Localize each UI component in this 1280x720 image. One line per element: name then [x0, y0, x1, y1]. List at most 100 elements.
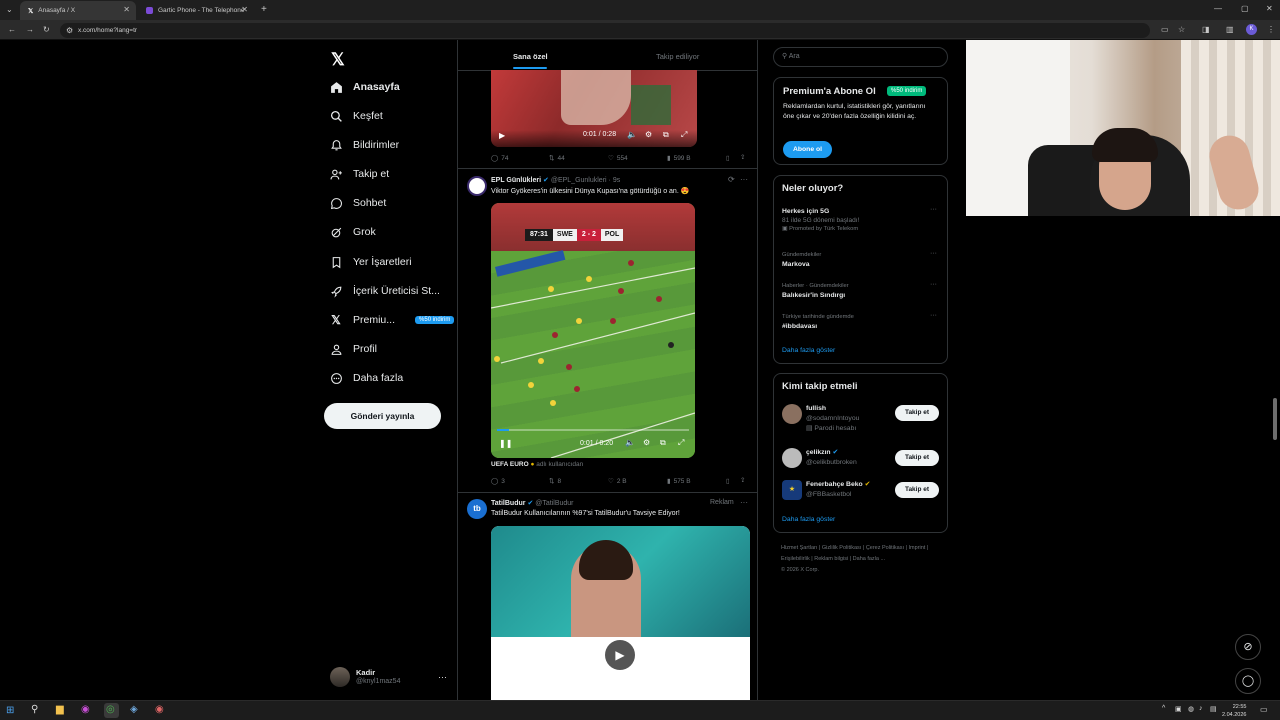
notification-icon[interactable]: ▭: [1260, 705, 1268, 714]
avatar[interactable]: ★: [782, 480, 802, 500]
pip-icon[interactable]: ⧉: [660, 438, 666, 448]
footer-link[interactable]: Hizmet Şartları: [781, 545, 817, 551]
show-more-link[interactable]: Daha fazla göster: [782, 347, 835, 354]
settings-icon[interactable]: ⚙: [645, 130, 652, 139]
footer-link[interactable]: Erişilebilirlik: [781, 556, 810, 562]
post-video[interactable]: 87:31 SWE 2 - 2 POL ❚❚ 0:01 / 0:20 🔈 ⚙ ⧉…: [491, 203, 695, 458]
more-icon[interactable]: ···: [740, 498, 748, 507]
avatar[interactable]: [782, 404, 802, 424]
cast-icon[interactable]: ▭: [1161, 25, 1169, 34]
avatar[interactable]: [467, 176, 487, 196]
tray-icon[interactable]: ▤: [1210, 705, 1217, 713]
repost-button[interactable]: ⇅ 8: [549, 477, 561, 486]
share-button[interactable]: ⇪: [740, 476, 745, 484]
views-button[interactable]: ▮ 575 B: [667, 477, 691, 486]
footer-link[interactable]: Çerez Politikası: [866, 545, 904, 551]
clock[interactable]: 22:55 2.04.2026: [1222, 703, 1246, 719]
more-icon[interactable]: ···: [930, 281, 937, 288]
trend-item[interactable]: Türkiye tarihinde gündemde #ibbdavası ··…: [782, 312, 942, 338]
footer-link[interactable]: Daha fazla ...: [853, 556, 885, 562]
site-info-icon[interactable]: ⚙: [66, 23, 73, 38]
suggested-user[interactable]: Fenerbahçe Beko ✔ @FBBasketbol: [806, 480, 870, 500]
sidebar-item-premium[interactable]: 𝕏 Premiu... %50 indirim: [329, 309, 455, 331]
post-video[interactable]: ▶ 0:01 / 0:28 🔈 ⚙ ⧉ ⤢: [491, 70, 697, 147]
trend-item[interactable]: Gündemdekiler Markova ···: [782, 250, 942, 276]
tray-chevron-icon[interactable]: ^: [1162, 705, 1165, 712]
app-icon[interactable]: ◉: [155, 704, 164, 715]
address-bar[interactable]: ⚙ x.com/home?lang=tr: [60, 23, 1150, 38]
close-icon[interactable]: ✕: [123, 5, 130, 14]
messages-button[interactable]: ◯: [1235, 668, 1261, 694]
maximize-icon[interactable]: ▢: [1241, 4, 1249, 13]
volume-icon[interactable]: ♪: [1199, 705, 1203, 712]
more-icon[interactable]: ···: [438, 672, 447, 682]
star-icon[interactable]: ☆: [1178, 25, 1185, 34]
suggested-user[interactable]: fullish @sodamnIntoyou ▤ Parodi hesabı: [806, 404, 859, 434]
settings-icon[interactable]: ⚙: [643, 438, 650, 447]
sidebar-item-home[interactable]: Anasayfa: [329, 76, 400, 98]
start-icon[interactable]: ⊞: [6, 705, 14, 716]
pause-icon[interactable]: ❚❚: [499, 439, 512, 448]
bookmark-button[interactable]: ▯: [726, 154, 730, 162]
extensions-icon[interactable]: ◨: [1202, 25, 1210, 34]
avatar[interactable]: tb: [467, 499, 487, 519]
ad-video[interactable]: ▶: [491, 526, 750, 700]
new-tab-icon[interactable]: +: [261, 4, 267, 15]
follow-button[interactable]: Takip et: [895, 450, 939, 466]
author-name[interactable]: TatilBudur: [491, 500, 525, 507]
more-icon[interactable]: ···: [930, 312, 937, 319]
app-icon[interactable]: ◈: [130, 704, 138, 715]
footer-link[interactable]: Reklam bilgisi: [814, 556, 848, 562]
post-button[interactable]: Gönderi yayınla: [324, 403, 441, 429]
author-name[interactable]: EPL Günlükleri: [491, 177, 541, 184]
sidebar-item-more[interactable]: Daha fazla: [329, 367, 403, 389]
views-button[interactable]: ▮ 599 B: [667, 154, 691, 163]
footer-link[interactable]: Gizlilik Politikası: [822, 545, 861, 551]
sidebar-item-profile[interactable]: Profil: [329, 338, 377, 360]
tab-search-icon[interactable]: ⌄: [6, 5, 13, 14]
x-logo-icon[interactable]: 𝕏: [331, 50, 345, 70]
menu-icon[interactable]: ⋮: [1267, 25, 1275, 34]
file-explorer-icon[interactable]: ▆: [56, 704, 64, 715]
close-window-icon[interactable]: ✕: [1266, 4, 1273, 13]
sidebar-item-bookmarks[interactable]: Yer İşaretleri: [329, 251, 412, 273]
tab-following[interactable]: Takip ediliyor: [656, 52, 699, 61]
trend-item[interactable]: Haberler · Gündemdekiler Balıkesir'in Sı…: [782, 281, 942, 307]
sidebar-item-chat[interactable]: Sohbet: [329, 192, 386, 214]
reply-button[interactable]: ◯ 74: [491, 154, 509, 163]
reply-button[interactable]: ◯ 3: [491, 477, 505, 486]
more-icon[interactable]: ···: [740, 175, 748, 184]
grok-button[interactable]: ⊘: [1235, 634, 1261, 660]
grok-icon[interactable]: ⟳: [728, 175, 735, 184]
footer-link[interactable]: Imprint: [909, 545, 926, 551]
forward-icon[interactable]: →: [26, 25, 34, 34]
volume-icon[interactable]: 🔈: [627, 130, 637, 139]
profile-avatar[interactable]: K: [1246, 24, 1257, 35]
author-handle[interactable]: @EPL_Gunlukleri: [551, 177, 607, 184]
suggested-user[interactable]: çelikzın ✔ @celikbutbroken: [806, 448, 857, 468]
minimize-icon[interactable]: —: [1214, 4, 1222, 13]
sidebar-item-grok[interactable]: Grok: [329, 221, 376, 243]
tray-icon[interactable]: ▣: [1175, 705, 1182, 713]
play-icon[interactable]: ▶: [499, 131, 505, 140]
sidebar-item-explore[interactable]: Keşfet: [329, 105, 383, 127]
sidebar-item-notifications[interactable]: Bildirimler: [329, 134, 399, 156]
network-icon[interactable]: ◍: [1188, 705, 1194, 713]
sidebar-item-creator-studio[interactable]: İçerik Üreticisi St...: [329, 280, 440, 302]
avatar[interactable]: [782, 448, 802, 468]
sidebar-item-follow[interactable]: Takip et: [329, 163, 389, 185]
play-icon[interactable]: ▶: [605, 640, 635, 670]
back-icon[interactable]: ←: [8, 25, 16, 34]
bookmark-button[interactable]: ▯: [726, 477, 730, 485]
volume-icon[interactable]: 🔈: [625, 438, 635, 447]
trend-item[interactable]: Herkes için 5G 81 ilde 5G dönemi başladı…: [782, 206, 942, 238]
video-progress[interactable]: [497, 429, 689, 431]
more-icon[interactable]: ···: [930, 206, 937, 213]
follow-button[interactable]: Takip et: [895, 405, 939, 421]
close-icon[interactable]: ✕: [241, 5, 248, 14]
author-handle[interactable]: @TatilBudur: [535, 500, 573, 507]
side-panel-icon[interactable]: ▥: [1226, 25, 1234, 34]
search-input[interactable]: ⚲ Ara: [773, 47, 948, 67]
fullscreen-icon[interactable]: ⤢: [681, 130, 687, 140]
page-scrollbar[interactable]: [1273, 398, 1277, 440]
